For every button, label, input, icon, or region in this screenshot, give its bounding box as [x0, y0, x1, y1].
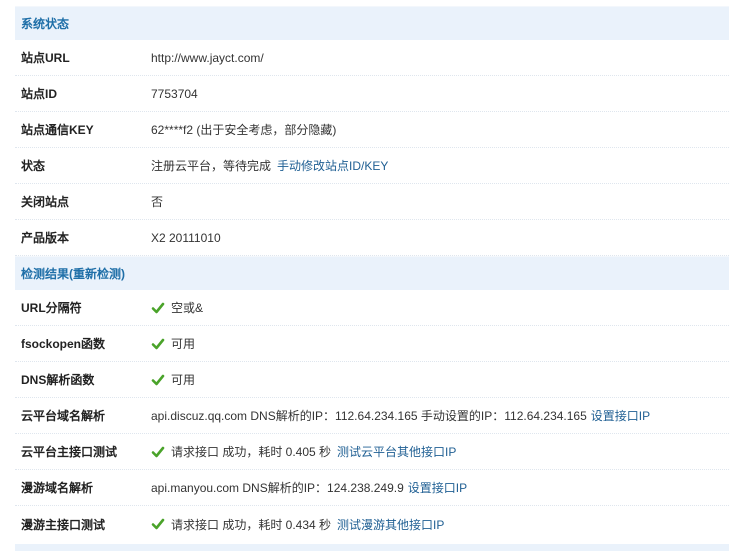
- row-value: api.manyou.com DNS解析的IP：124.238.249.9: [151, 481, 404, 495]
- table-row: 站点ID 7753704: [15, 76, 729, 112]
- table-row: 站点URL http://www.jayct.com/: [15, 40, 729, 76]
- row-label: 云平台主接口测试: [21, 445, 118, 459]
- row-label: 产品版本: [21, 231, 70, 245]
- table-row: 云平台域名解析 api.discuz.qq.com DNS解析的IP：112.6…: [15, 398, 729, 434]
- row-label: 状态: [21, 159, 46, 173]
- section-footer-bar: [15, 544, 729, 551]
- check-icon: [151, 518, 165, 530]
- row-value: 7753704: [151, 86, 198, 101]
- row-value: api.discuz.qq.com DNS解析的IP：112.64.234.16…: [151, 409, 587, 423]
- table-row: 状态 注册云平台，等待完成 手动修改站点ID/KEY: [15, 148, 729, 184]
- row-label: 关闭站点: [21, 195, 70, 209]
- set-interface-ip-link[interactable]: 设置接口IP: [591, 407, 650, 424]
- row-value: 可用: [171, 373, 196, 387]
- row-value: 注册云平台，等待完成: [151, 159, 272, 173]
- table-row: 云平台主接口测试 请求接口 成功，耗时 0.405 秒 测试云平台其他接口IP: [15, 434, 729, 470]
- row-label: 云平台域名解析: [21, 409, 106, 423]
- section-title: 系统状态: [21, 17, 70, 31]
- row-value: 请求接口 成功，耗时 0.405 秒: [171, 445, 332, 459]
- section-header-system-status: 系统状态: [15, 6, 729, 40]
- row-value: 请求接口 成功，耗时 0.434 秒: [171, 517, 332, 532]
- table-row: fsockopen函数 可用: [15, 326, 729, 362]
- row-label: fsockopen函数: [21, 337, 106, 351]
- table-row: 漫游主接口测试 请求接口 成功，耗时 0.434 秒 测试漫游其他接口IP: [15, 506, 729, 542]
- check-icon: [151, 446, 165, 457]
- row-value: 否: [151, 195, 164, 209]
- row-value: 可用: [171, 337, 196, 351]
- set-interface-ip-link[interactable]: 设置接口IP: [408, 479, 467, 496]
- row-value: http://www.jayct.com/: [151, 50, 264, 65]
- check-icon: [151, 338, 165, 349]
- section-title: 检测结果(重新检测): [21, 267, 125, 281]
- row-label: URL分隔符: [21, 301, 82, 315]
- row-label: DNS解析函数: [21, 373, 95, 387]
- row-label: 站点URL: [21, 51, 70, 65]
- status-panel: 系统状态 站点URL http://www.jayct.com/ 站点ID 77…: [15, 0, 729, 542]
- table-row: 产品版本 X2 20111010: [15, 220, 729, 256]
- row-value: 空或&: [171, 301, 204, 315]
- row-label: 站点ID: [21, 87, 58, 101]
- edit-site-id-key-link[interactable]: 手动修改站点ID/KEY: [277, 157, 388, 174]
- table-row: DNS解析函数 可用: [15, 362, 729, 398]
- check-icon: [151, 302, 165, 313]
- table-row: URL分隔符 空或&: [15, 290, 729, 326]
- table-row: 漫游域名解析 api.manyou.com DNS解析的IP：124.238.2…: [15, 470, 729, 506]
- check-icon: [151, 374, 165, 385]
- test-cloud-other-ip-link[interactable]: 测试云平台其他接口IP: [337, 443, 456, 460]
- row-label: 漫游主接口测试: [21, 517, 106, 532]
- row-label: 站点通信KEY: [21, 123, 94, 137]
- table-row: 关闭站点 否: [15, 184, 729, 220]
- row-label: 漫游域名解析: [21, 481, 94, 495]
- table-row: 站点通信KEY 62****f2 (出于安全考虑，部分隐藏): [15, 112, 729, 148]
- row-value: X2 20111010: [151, 230, 221, 245]
- row-value: 62****f2 (出于安全考虑，部分隐藏): [151, 123, 337, 137]
- section-header-check-results: 检测结果(重新检测): [15, 256, 729, 290]
- test-manyou-other-ip-link[interactable]: 测试漫游其他接口IP: [337, 516, 444, 533]
